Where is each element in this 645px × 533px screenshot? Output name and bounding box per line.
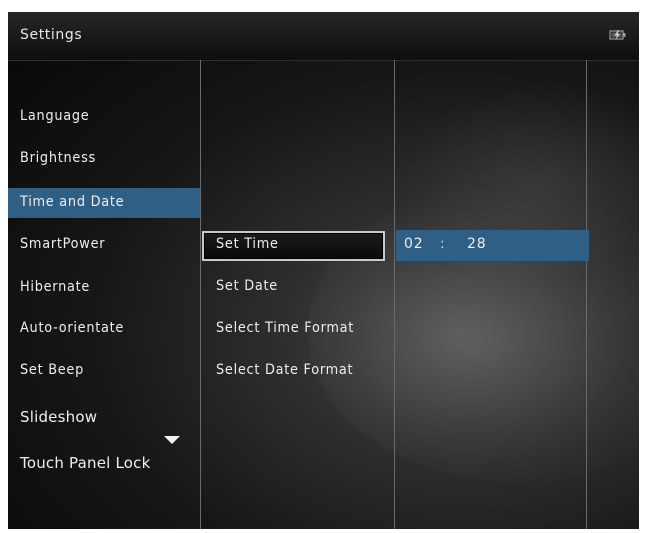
time-separator: : [440, 236, 446, 252]
time-minutes[interactable]: 28 [467, 236, 486, 252]
menu-item-time-and-date[interactable]: Time and Date [20, 194, 124, 210]
title-bar: Settings [8, 12, 639, 61]
submenu-item-select-time-format[interactable]: Select Time Format [216, 320, 354, 336]
column-divider [586, 60, 587, 529]
column-divider [200, 60, 201, 529]
battery-charging-icon [609, 26, 627, 40]
menu-item-brightness[interactable]: Brightness [20, 150, 96, 166]
menu-item-language[interactable]: Language [20, 108, 89, 124]
time-value-row[interactable] [396, 230, 589, 261]
chevron-down-icon[interactable] [164, 436, 180, 444]
menu-item-slideshow[interactable]: Slideshow [20, 408, 97, 426]
menu-item-smartpower[interactable]: SmartPower [20, 236, 105, 252]
submenu-item-select-date-format[interactable]: Select Date Format [216, 362, 353, 378]
column-divider [394, 60, 395, 529]
menu-item-touch-panel-lock[interactable]: Touch Panel Lock [20, 454, 150, 472]
time-hours[interactable]: 02 [404, 236, 423, 252]
settings-screen: Settings Language Brightness Time and Da… [8, 12, 639, 529]
menu-item-set-beep[interactable]: Set Beep [20, 362, 84, 378]
menu-item-auto-orientate[interactable]: Auto-orientate [20, 320, 124, 336]
page-title: Settings [20, 27, 83, 43]
menu-item-hibernate[interactable]: Hibernate [20, 279, 90, 295]
submenu-item-set-date[interactable]: Set Date [216, 278, 278, 294]
submenu-item-set-time[interactable]: Set Time [216, 236, 279, 252]
